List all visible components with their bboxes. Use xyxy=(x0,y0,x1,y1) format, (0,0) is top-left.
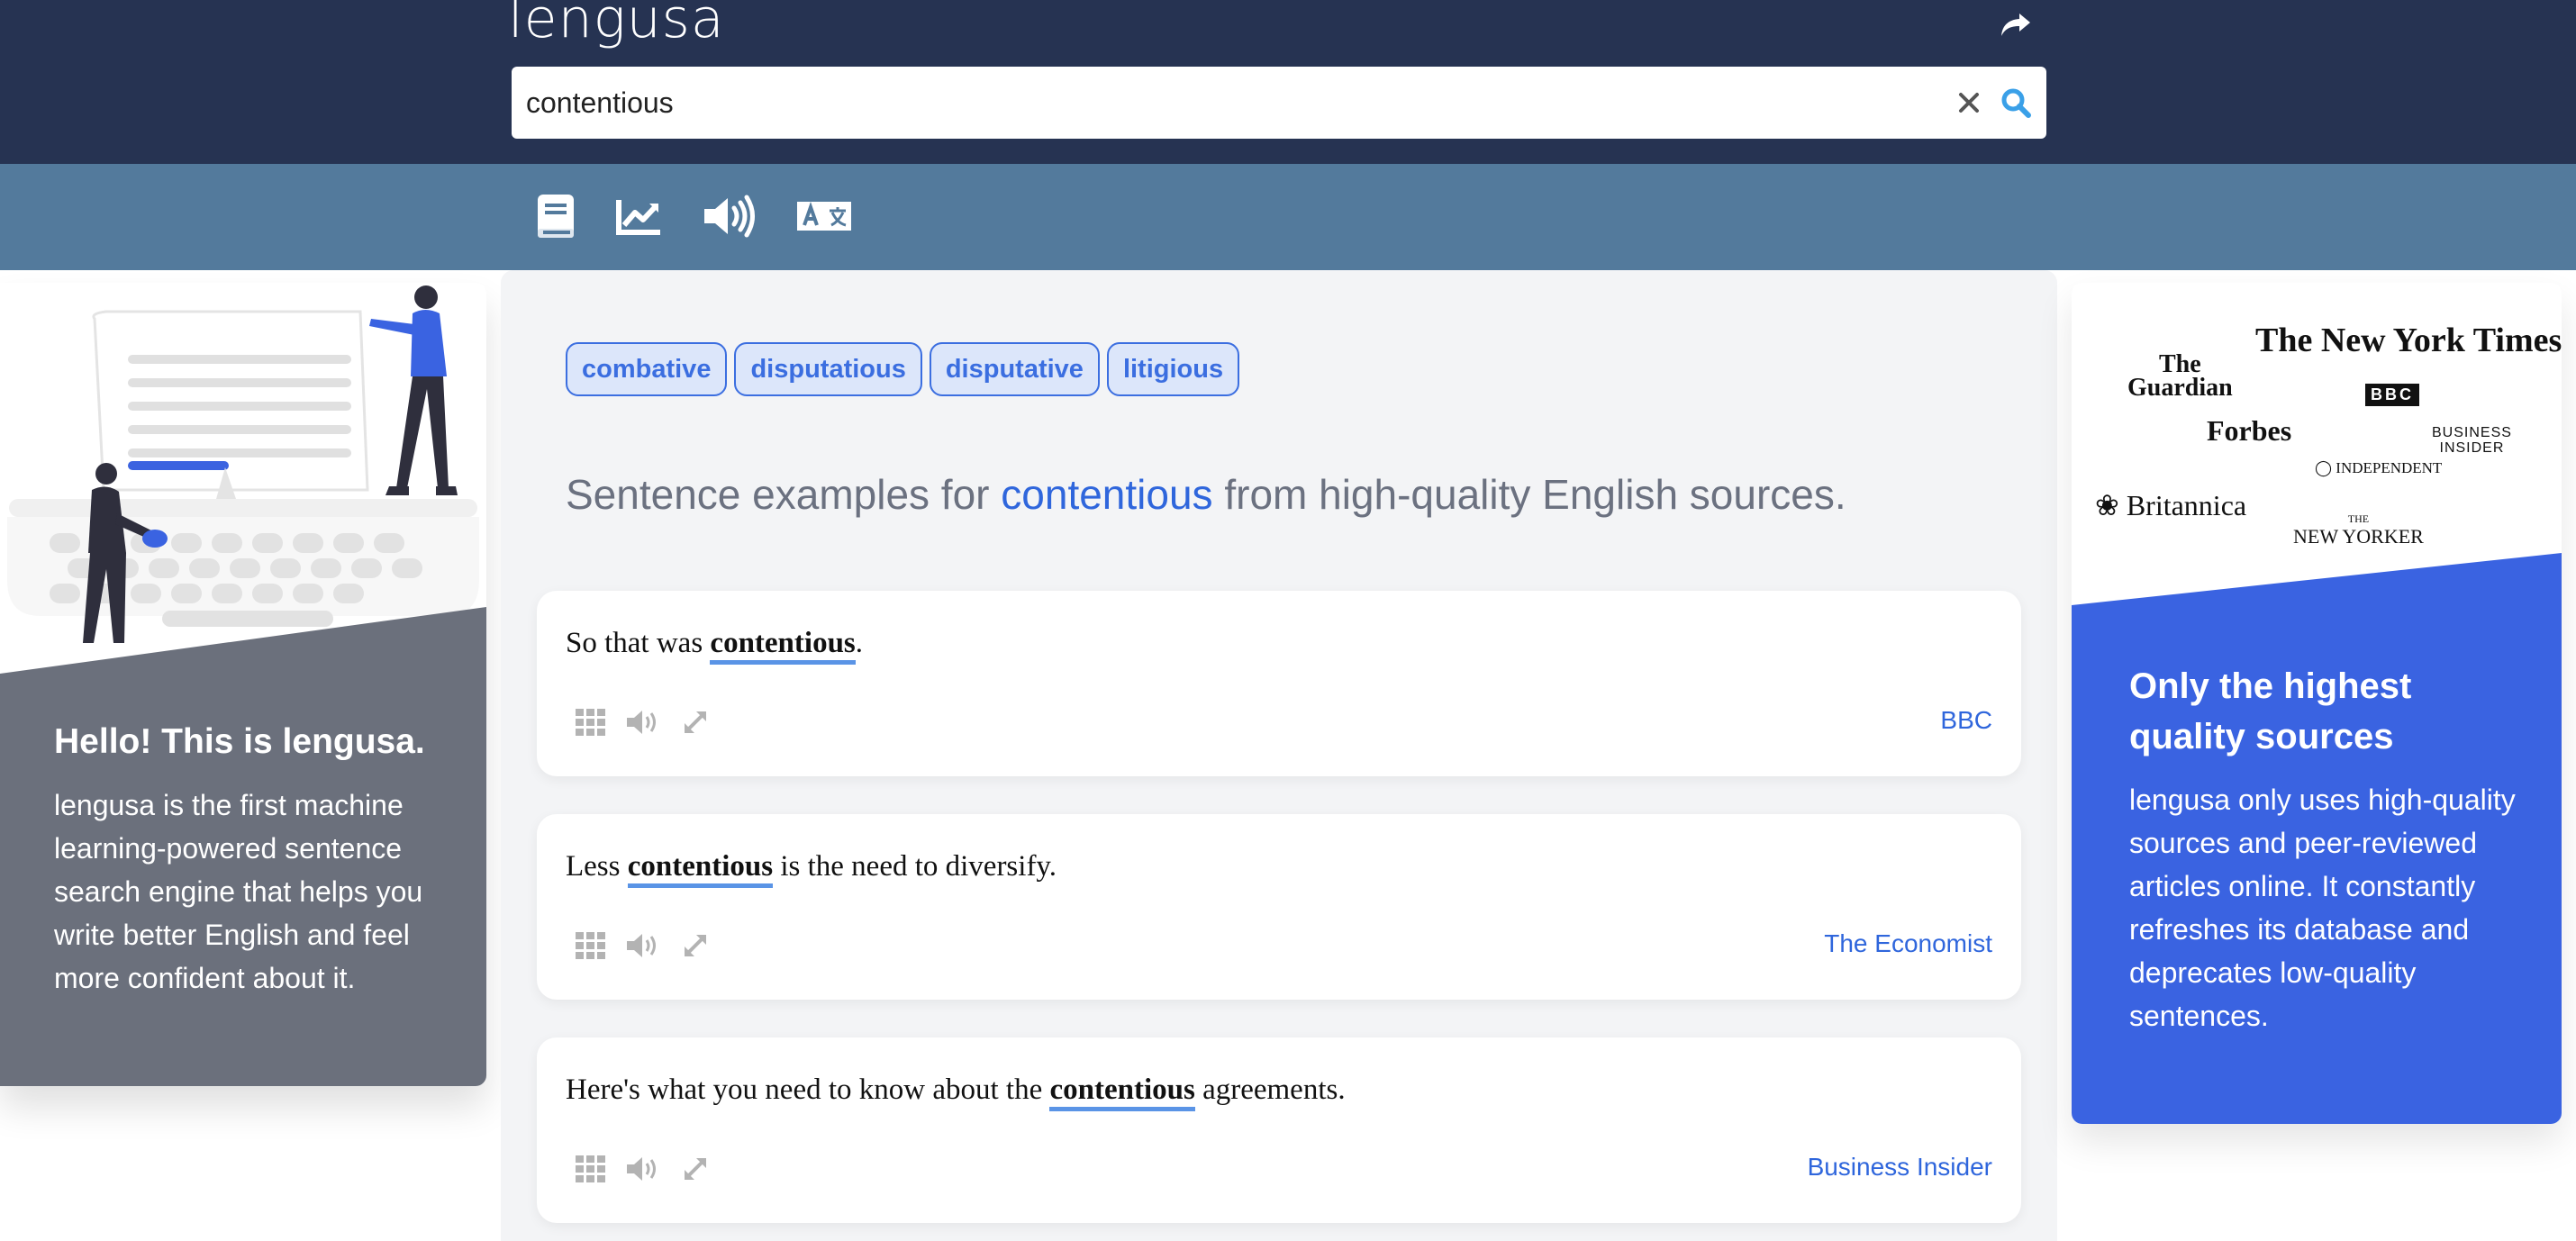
close-icon xyxy=(1959,93,1979,113)
search-input[interactable] xyxy=(526,67,1877,139)
share-icon xyxy=(2001,14,2030,36)
sentence-before: Less xyxy=(566,850,628,883)
business-insider-line-2: INSIDER xyxy=(2439,440,2505,456)
speaker-icon xyxy=(627,934,656,957)
results-heading: Sentence examples for contentious from h… xyxy=(566,470,1846,519)
sentence-text[interactable]: Less contentious is the need to diversif… xyxy=(566,850,1057,888)
synonym-tag[interactable]: combative xyxy=(566,342,728,396)
source-link[interactable]: BBC xyxy=(1940,706,1992,735)
translate-icon xyxy=(797,201,851,231)
trend-chart-icon xyxy=(616,200,660,235)
expand-icon xyxy=(685,1158,706,1180)
typewriter-illustration xyxy=(7,283,479,643)
sentence-before: So that was xyxy=(566,627,711,659)
sentence-card: Less contentious is the need to diversif… xyxy=(537,814,2021,1000)
source-link[interactable]: Business Insider xyxy=(1808,1153,1992,1182)
main-content: combative disputatious disputative litig… xyxy=(501,270,2057,1241)
expand-button[interactable] xyxy=(677,1151,713,1187)
sentence-before: Here's what you need to know about the xyxy=(566,1073,1050,1106)
sentence-after: is the need to diversify. xyxy=(773,850,1057,883)
heading-prefix: Sentence examples for xyxy=(566,471,1002,518)
feature-toolbar xyxy=(0,164,2576,270)
publication-logo-forbes: Forbes xyxy=(2207,414,2292,447)
top-header: lengusa xyxy=(0,0,2576,164)
speaker-icon xyxy=(627,711,656,734)
share-button[interactable] xyxy=(1996,7,2036,43)
grid-icon xyxy=(576,1155,605,1182)
tool-trends[interactable] xyxy=(614,187,663,245)
context-button[interactable] xyxy=(573,928,609,964)
sentence-card: Here's what you need to know about the c… xyxy=(537,1037,2021,1223)
heading-keyword: contentious xyxy=(1001,471,1213,518)
publication-logo-bbc: BBC xyxy=(2365,384,2419,406)
synonym-tag[interactable]: disputative xyxy=(929,342,1100,396)
tool-pronunciation[interactable] xyxy=(703,187,757,245)
publication-logo-britannica: ❀ Britannica xyxy=(2095,488,2246,522)
guardian-line-2: Guardian xyxy=(2127,374,2233,402)
expand-icon xyxy=(685,935,706,956)
speaker-icon xyxy=(704,195,755,238)
synonym-tags: combative disputatious disputative litig… xyxy=(566,342,1240,396)
sentence-keyword: contentious xyxy=(1049,1073,1195,1111)
sentence-after: agreements. xyxy=(1194,1073,1346,1106)
sources-card: The New York Times The Guardian BBC Forb… xyxy=(2072,283,2562,1124)
expand-button[interactable] xyxy=(677,704,713,740)
play-audio-button[interactable] xyxy=(625,928,661,964)
search-button[interactable] xyxy=(1994,81,2037,124)
search-icon xyxy=(2001,88,2031,118)
tool-translate[interactable] xyxy=(794,187,854,245)
sentence-after: . xyxy=(855,627,864,659)
sentence-text[interactable]: Here's what you need to know about the c… xyxy=(566,1073,1346,1111)
play-audio-button[interactable] xyxy=(625,1151,661,1187)
publication-logo-new-yorker: THE NEW YORKER xyxy=(2293,510,2424,548)
play-audio-button[interactable] xyxy=(625,704,661,740)
grid-icon xyxy=(576,932,605,959)
business-insider-line-1: BUSINESS xyxy=(2432,425,2512,440)
independent-text: INDEPENDENT xyxy=(2336,459,2443,476)
sentence-keyword: contentious xyxy=(710,627,856,665)
context-button[interactable] xyxy=(573,704,609,740)
expand-button[interactable] xyxy=(677,928,713,964)
synonym-tag[interactable]: disputatious xyxy=(734,342,922,396)
sentence-text[interactable]: So that was contentious. xyxy=(566,627,864,665)
context-button[interactable] xyxy=(573,1151,609,1187)
publication-logo-guardian: The Guardian xyxy=(2127,352,2233,402)
intro-card: Hello! This is lengusa. lengusa is the f… xyxy=(0,283,486,1086)
tool-sentences[interactable] xyxy=(533,187,578,245)
search-box xyxy=(512,67,2046,139)
independent-emblem: ◯ xyxy=(2315,459,2336,476)
logo[interactable]: lengusa xyxy=(508,0,725,50)
heading-suffix: from high-quality English sources. xyxy=(1212,471,1846,518)
sources-title: Only the highest quality sources xyxy=(2129,666,2412,756)
speaker-icon xyxy=(627,1157,656,1181)
new-yorker-line-2: NEW YORKER xyxy=(2293,525,2424,548)
synonym-tag[interactable]: litigious xyxy=(1106,342,1240,396)
thistle-icon: ❀ xyxy=(2095,489,2127,521)
expand-icon xyxy=(685,711,706,733)
intro-title: Hello! This is lengusa. xyxy=(54,722,425,761)
sources-text: lengusa only uses high-quality sources a… xyxy=(2129,784,2516,1032)
publication-logo-independent: ◯ INDEPENDENT xyxy=(2315,459,2442,477)
intro-text: lengusa is the first machine learning-po… xyxy=(54,789,423,994)
sentence-card: So that was contentious. BBC xyxy=(537,591,2021,776)
publication-logo-business-insider: BUSINESS INSIDER xyxy=(2432,425,2512,456)
publication-logo-nyt: The New York Times xyxy=(2255,322,2562,359)
source-link[interactable]: The Economist xyxy=(1824,929,1992,958)
sentence-keyword: contentious xyxy=(627,850,774,888)
clear-search-button[interactable] xyxy=(1949,83,1989,122)
grid-icon xyxy=(576,709,605,736)
britannica-text: Britannica xyxy=(2126,489,2247,521)
book-icon xyxy=(538,195,574,238)
